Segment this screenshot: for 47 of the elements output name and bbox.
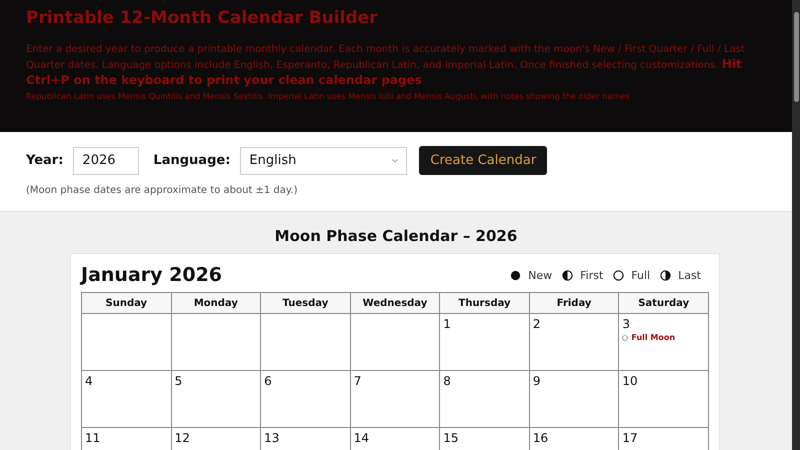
- day-number: 7: [354, 374, 362, 388]
- disclaimer-text: (Moon phase dates are approximate to about ±1 day.): [26, 185, 298, 196]
- year-label: Year:: [26, 153, 64, 168]
- legend-label: Full: [631, 268, 650, 282]
- year-input[interactable]: 2026: [73, 146, 140, 174]
- day-number: 11: [85, 431, 102, 445]
- day-number: 16: [532, 431, 550, 445]
- language-dropdown[interactable]: English: [240, 146, 408, 174]
- weekday-header: Sunday: [82, 292, 172, 314]
- weekday-header: Thursday: [440, 292, 530, 314]
- day-number: 2: [532, 317, 542, 331]
- day-number: 4: [85, 374, 94, 388]
- day-number: 10: [622, 374, 639, 388]
- intro-text: Enter a desired year to produce a printable monthly calendar. Each month is accurately marked with the moon's New / First Quarter / Full / Last Quarter dates. Language options include English, Esperanto, Republican Latin, and Imperial Latin. Once finished selecting customizations. Hit Ctrl+P on the keyboard to print your clean calendar pages: [26, 43, 746, 89]
- legend-label: New: [528, 268, 552, 282]
- legend-label: Last: [678, 268, 701, 282]
- day-number: 5: [174, 374, 184, 388]
- moon-event-label: Full Moon: [631, 333, 676, 342]
- filled-circle-icon: [510, 270, 522, 280]
- scrollbar-thumb[interactable]: [794, 12, 798, 102]
- page-title: Printable 12-Month Calendar Builder: [26, 8, 379, 28]
- half-circle-icon: [562, 270, 574, 280]
- weekday-header: Tuesday: [260, 292, 350, 314]
- calendar-heading: Moon Phase Calendar – 2026: [274, 227, 518, 245]
- weekday-header: Wednesday: [350, 292, 440, 314]
- circle-icon: [622, 334, 628, 340]
- day-number: 17: [622, 431, 639, 445]
- create-calendar-button[interactable]: Create Calendar: [419, 146, 548, 175]
- circle-icon: [613, 270, 624, 280]
- month-title: January 2026: [81, 264, 222, 286]
- weekday-header: Saturday: [618, 292, 708, 314]
- half-circle-icon: [660, 270, 672, 280]
- day-number: 9: [532, 374, 542, 388]
- day-number: 3: [622, 317, 632, 331]
- note-text: Republican Latin uses Mensis Quintilis and Mensis Sextilis. Imperial Latin uses Mensis Iulii and Mensis Augusti, with notes showing the older names: [26, 90, 631, 102]
- day-number: 13: [264, 431, 280, 445]
- chevron-down-icon: [392, 158, 398, 162]
- day-number: 15: [443, 431, 460, 445]
- day-number: 8: [443, 374, 452, 388]
- day-number: 6: [264, 374, 273, 388]
- day-number: 14: [354, 431, 370, 445]
- weekday-header: Friday: [529, 292, 619, 314]
- day-number: 1: [443, 317, 452, 331]
- weekday-header: Monday: [171, 292, 261, 314]
- language-label: Language:: [153, 153, 230, 168]
- day-number: 12: [174, 431, 191, 445]
- legend-label: First: [580, 268, 604, 282]
